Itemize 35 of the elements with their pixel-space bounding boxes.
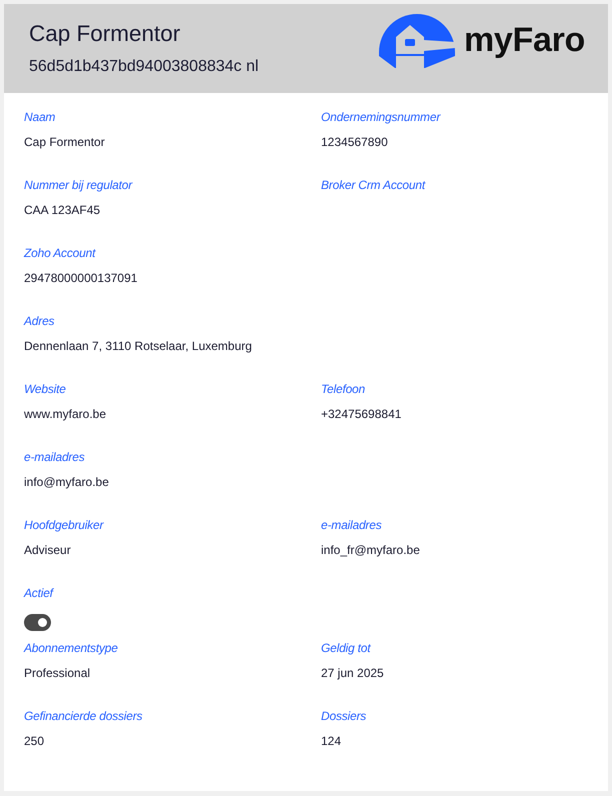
field-value: 250 <box>24 733 44 749</box>
field-label: Hoofdgebruiker <box>24 517 104 533</box>
company-title: Cap Formentor <box>29 20 182 48</box>
field-value: Adviseur <box>24 542 71 558</box>
field-value: Cap Formentor <box>24 134 105 150</box>
field-value: 29478000000137091 <box>24 270 138 286</box>
lighthouse-icon <box>378 12 455 68</box>
field-value: 1234567890 <box>321 134 388 150</box>
field-label: Website <box>24 381 66 397</box>
field-value: www.myfaro.be <box>24 406 106 422</box>
field-value: Dennenlaan 7, 3110 Rotselaar, Luxemburg <box>24 338 252 354</box>
field-label: Broker Crm Account <box>321 177 425 193</box>
brand-name: myFaro <box>464 20 585 60</box>
field-value: Professional <box>24 665 90 681</box>
company-id: 56d5d1b437bd94003808834c nl <box>29 57 259 77</box>
field-label: e-mailadres <box>321 517 382 533</box>
field-label: Gefinancierde dossiers <box>24 708 142 724</box>
field-label: Dossiers <box>321 708 366 724</box>
field-label: Telefoon <box>321 381 365 397</box>
field-label: Adres <box>24 313 54 329</box>
field-label: Zoho Account <box>24 245 96 261</box>
toggle-switch[interactable] <box>24 614 51 631</box>
field-value: 27 jun 2025 <box>321 665 384 681</box>
field-label: e-mailadres <box>24 449 84 465</box>
field-label: Ondernemingsnummer <box>321 109 440 125</box>
field-value: info@myfaro.be <box>24 474 109 490</box>
field-value: 124 <box>321 733 342 749</box>
field-label: Abonnementstype <box>24 640 118 656</box>
field-label: Naam <box>24 109 56 125</box>
field-label: Geldig tot <box>321 640 370 656</box>
field-value: +32475698841 <box>321 406 402 422</box>
field-label: Nummer bij regulator <box>24 177 132 193</box>
field-label: Actief <box>24 585 53 601</box>
field-value: CAA 123AF45 <box>24 202 100 218</box>
field-value: info_fr@myfaro.be <box>321 542 420 558</box>
